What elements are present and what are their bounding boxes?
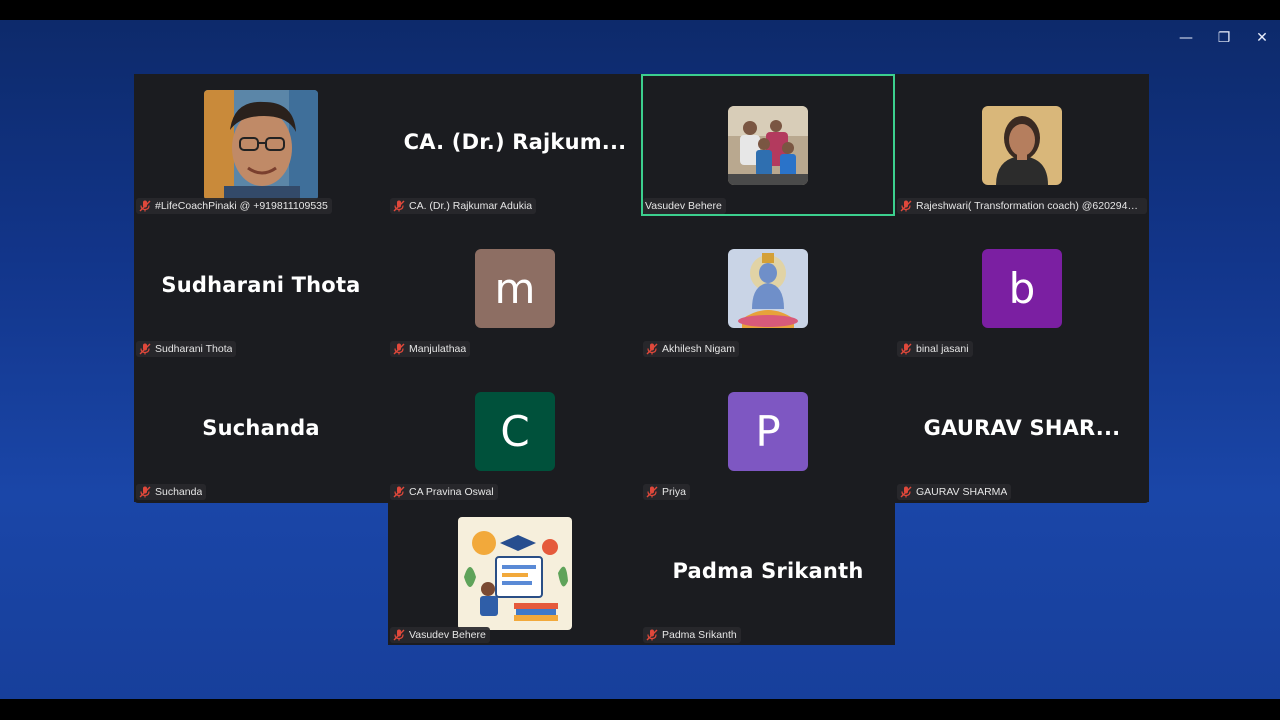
- participant-tile[interactable]: #LifeCoachPinaki @ +919811109535: [134, 74, 388, 216]
- participant-display-name: Padma Srikanth: [672, 559, 864, 583]
- participant-tile[interactable]: CA. (Dr.) Rajkum... CA. (Dr.) Rajkumar A…: [388, 74, 642, 216]
- participant-name: Priya: [662, 486, 686, 498]
- participant-name-tag: Rajeshwari( Transformation coach) @62029…: [897, 198, 1147, 214]
- muted-mic-icon: [139, 343, 151, 355]
- muted-mic-icon: [900, 486, 912, 498]
- participant-tile[interactable]: Suchanda Suchanda: [134, 360, 388, 502]
- muted-mic-icon: [393, 629, 405, 641]
- participant-tile[interactable]: Rajeshwari( Transformation coach) @62029…: [895, 74, 1149, 216]
- letter-avatar: C: [475, 392, 555, 471]
- participant-name: Rajeshwari( Transformation coach) @62029…: [916, 200, 1143, 212]
- participant-name: Akhilesh Nigam: [662, 343, 735, 355]
- minimize-icon[interactable]: —: [1174, 28, 1198, 48]
- participant-name-tag: Priya: [643, 484, 690, 500]
- participant-tile[interactable]: GAURAV SHAR... GAURAV SHARMA: [895, 360, 1149, 502]
- participant-name: Vasudev Behere: [645, 200, 722, 212]
- participant-name: binal jasani: [916, 343, 969, 355]
- letter-avatar: b: [982, 249, 1062, 328]
- muted-mic-icon: [646, 343, 658, 355]
- participant-name-tag: Padma Srikanth: [643, 627, 741, 643]
- letter-avatar: m: [475, 249, 555, 328]
- restore-icon[interactable]: ❐: [1212, 28, 1236, 48]
- muted-mic-icon: [646, 629, 658, 641]
- participant-name-tag: #LifeCoachPinaki @ +919811109535: [136, 198, 332, 214]
- participant-tile[interactable]: P Priya: [641, 360, 895, 502]
- participant-name-tag: Vasudev Behere: [390, 627, 490, 643]
- participant-name-tag: GAURAV SHARMA: [897, 484, 1012, 500]
- muted-mic-icon: [900, 343, 912, 355]
- participant-name: CA. (Dr.) Rajkumar Adukia: [409, 200, 533, 212]
- participant-tile[interactable]: C CA Pravina Oswal: [388, 360, 642, 502]
- participant-name-tag: Sudharani Thota: [136, 341, 237, 357]
- participant-tile[interactable]: Vasudev Behere: [388, 503, 642, 645]
- participant-name: CA Pravina Oswal: [409, 486, 494, 498]
- participant-tile[interactable]: m Manjulathaa: [388, 217, 642, 359]
- participant-name-tag: Suchanda: [136, 484, 207, 500]
- participant-tile-active-speaker[interactable]: Vasudev Behere: [641, 74, 895, 216]
- participant-display-name: GAURAV SHAR...: [923, 416, 1121, 440]
- participant-name-tag: binal jasani: [897, 341, 973, 357]
- participant-name: Padma Srikanth: [662, 629, 737, 641]
- participant-name: Vasudev Behere: [409, 629, 486, 641]
- muted-mic-icon: [900, 200, 912, 212]
- participant-photo: [728, 249, 808, 328]
- muted-mic-icon: [393, 486, 405, 498]
- participant-display-name: CA. (Dr.) Rajkum...: [403, 130, 627, 154]
- participant-photo: [728, 106, 808, 185]
- participant-display-name: Sudharani Thota: [161, 273, 361, 297]
- participant-name: Suchanda: [155, 486, 203, 498]
- participant-photo: [982, 106, 1062, 185]
- participant-photo: [458, 517, 572, 630]
- participant-name-tag: CA. (Dr.) Rajkumar Adukia: [390, 198, 537, 214]
- muted-mic-icon: [139, 200, 151, 212]
- muted-mic-icon: [393, 200, 405, 212]
- participant-tile[interactable]: Padma Srikanth Padma Srikanth: [641, 503, 895, 645]
- participant-name: GAURAV SHARMA: [916, 486, 1008, 498]
- participant-name: Sudharani Thota: [155, 343, 233, 355]
- muted-mic-icon: [646, 486, 658, 498]
- participant-tile[interactable]: Akhilesh Nigam: [641, 217, 895, 359]
- muted-mic-icon: [393, 343, 405, 355]
- participant-name: #LifeCoachPinaki @ +919811109535: [155, 200, 328, 212]
- participant-name-tag: Vasudev Behere: [643, 198, 726, 214]
- muted-mic-icon: [139, 486, 151, 498]
- letterbox-top: [0, 0, 1280, 20]
- meeting-window: — ❐ ✕ #LifeCoachPinaki @ +919811109535 C…: [0, 20, 1280, 699]
- participant-tile[interactable]: b binal jasani: [895, 217, 1149, 359]
- letterbox-bottom: [0, 699, 1280, 720]
- participant-display-name: Suchanda: [202, 416, 320, 440]
- participant-tile[interactable]: Sudharani Thota Sudharani Thota: [134, 217, 388, 359]
- participant-photo: [204, 90, 318, 200]
- participant-name-tag: CA Pravina Oswal: [390, 484, 498, 500]
- participant-name: Manjulathaa: [409, 343, 467, 355]
- close-icon[interactable]: ✕: [1250, 28, 1274, 48]
- participant-name-tag: Akhilesh Nigam: [643, 341, 739, 357]
- participant-name-tag: Manjulathaa: [390, 341, 471, 357]
- letter-avatar: P: [728, 392, 808, 471]
